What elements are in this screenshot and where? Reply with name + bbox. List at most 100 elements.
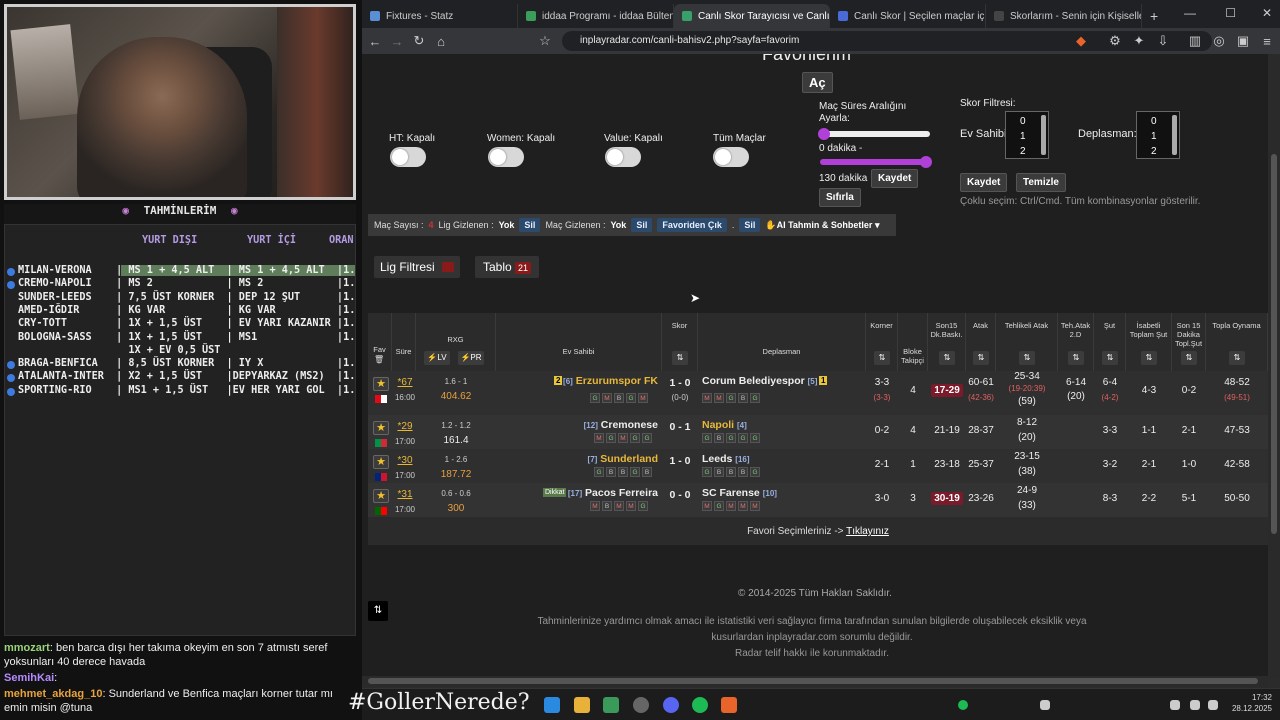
vertical-scrollbar[interactable] — [1268, 54, 1280, 678]
column-header-teh2[interactable]: Teh.Atak 2.D ⇅ — [1058, 313, 1094, 371]
folder-icon[interactable] — [574, 697, 590, 713]
puzzle-icon[interactable]: ✦ — [1130, 33, 1148, 49]
home-team[interactable]: [6] Erzurumspor FK — [563, 375, 658, 387]
column-header-isabetli[interactable]: İsabetli Toplam Şut ⇅ — [1126, 313, 1172, 371]
slider-handle[interactable] — [818, 128, 830, 140]
toggle-women[interactable] — [488, 147, 524, 167]
delete-hidden-leagues-button[interactable]: Sil — [519, 218, 541, 232]
network-icon[interactable] — [1190, 700, 1200, 710]
sort-icon[interactable]: ⇅ — [1229, 351, 1245, 365]
slider-handle[interactable] — [920, 156, 932, 168]
range-slider-max[interactable] — [820, 156, 932, 168]
notepad-icon[interactable] — [603, 697, 619, 713]
menu-icon[interactable]: ≡ — [1258, 34, 1276, 49]
tab-skorlarim[interactable]: Skorlarım - Senin için Kişiselleştir — [986, 4, 1142, 28]
scroll-thumb[interactable] — [1271, 154, 1277, 534]
close-window-icon[interactable]: ✕ — [1262, 6, 1272, 20]
column-header-skor[interactable]: Skor ⇅ — [662, 313, 698, 371]
sort-icon[interactable]: ⇅ — [1181, 351, 1197, 365]
away-team[interactable]: Napoli [4] — [702, 419, 747, 431]
mic-icon[interactable] — [1170, 700, 1180, 710]
tab-statz[interactable]: Fixtures - Statz — [362, 4, 518, 28]
range-save-button[interactable]: Kaydet — [871, 169, 919, 188]
delete-button[interactable]: Sil — [739, 218, 761, 232]
volume-icon[interactable] — [1208, 700, 1218, 710]
obs-icon[interactable] — [633, 697, 649, 713]
start-icon[interactable] — [544, 697, 560, 713]
favorite-star-icon[interactable]: ★ — [373, 421, 389, 435]
delete-hidden-matches-button[interactable]: Sil — [631, 218, 653, 232]
away-team[interactable]: Leeds [16] — [702, 453, 750, 465]
spotify-icon[interactable] — [692, 697, 708, 713]
column-header-topla[interactable]: Topla Oynama ⇅ — [1206, 313, 1268, 371]
column-header-son15sut[interactable]: Son 15 Dakika Topl.Şut ⇅ — [1172, 313, 1206, 371]
download-icon[interactable]: ⇩ — [1154, 33, 1172, 49]
horizontal-scrollbar[interactable] — [362, 676, 1268, 686]
home-icon[interactable]: ⌂ — [432, 34, 450, 49]
home-team[interactable]: [7] Sunderland — [588, 453, 658, 465]
sort-icon[interactable]: ⇅ — [1102, 351, 1118, 365]
score-clear-button[interactable]: Temizle — [1016, 173, 1066, 192]
brave-shield-icon[interactable]: ◆ — [1072, 33, 1090, 49]
favorite-star-icon[interactable]: ★ — [373, 377, 389, 391]
sort-pr-button[interactable]: ⚡PR — [458, 351, 484, 365]
back-icon[interactable]: ← — [366, 34, 384, 49]
scroll-top-button[interactable]: ⇅ — [368, 601, 388, 621]
league-filter-button[interactable]: Lig Filtresi — [374, 256, 460, 278]
favorite-star-icon[interactable]: ★ — [373, 455, 389, 469]
away-team[interactable]: SC Farense [10] — [702, 487, 777, 499]
tab-canli-skor[interactable]: Canlı Skor Tarayıcısı ve Canlı S✕ — [674, 4, 830, 28]
match-minute[interactable]: *31 — [392, 489, 418, 500]
open-button[interactable]: Aç — [802, 72, 833, 93]
column-header-sut[interactable]: Şut ⇅ — [1094, 313, 1126, 371]
maximize-icon[interactable]: ☐ — [1225, 6, 1236, 20]
trash-icon[interactable]: 🗑 — [374, 355, 384, 364]
sort-icon[interactable]: ⇅ — [672, 351, 688, 365]
home-team[interactable]: [12] Cremonese — [584, 419, 658, 431]
toggle-ht[interactable] — [390, 147, 426, 167]
match-minute[interactable]: *67 — [392, 377, 418, 388]
sort-icon[interactable]: ⇅ — [939, 351, 955, 365]
option[interactable]: 2 — [1020, 144, 1048, 159]
match-minute[interactable]: *30 — [392, 455, 418, 466]
sort-icon[interactable]: ⇅ — [973, 351, 989, 365]
tray-icon[interactable] — [1040, 700, 1050, 710]
sidebar-icon[interactable]: ▥ — [1186, 33, 1204, 49]
range-reset-button[interactable]: Sıfırla — [819, 188, 861, 207]
remove-favorites-button[interactable]: Favoriden Çık — [657, 218, 727, 232]
tray-spotify-icon[interactable] — [958, 700, 968, 710]
range-slider-min[interactable] — [818, 128, 930, 140]
minimize-icon[interactable]: — — [1184, 6, 1196, 20]
sort-icon[interactable]: ⇅ — [1141, 351, 1157, 365]
away-score-select[interactable]: 012 — [1136, 111, 1180, 159]
wallet-icon[interactable]: ▣ — [1234, 33, 1252, 49]
column-header-son15[interactable]: Son15 Dk.Baskı. ⇅ — [928, 313, 966, 371]
option[interactable]: 1 — [1151, 129, 1179, 144]
ai-chat-dropdown[interactable]: ✋AI Tahmin & Sohbetler ▾ — [765, 220, 879, 231]
column-header-atak[interactable]: Atak ⇅ — [966, 313, 996, 371]
away-team[interactable]: Corum Belediyespor [5] — [702, 375, 817, 387]
sort-lv-button[interactable]: ⚡LV — [424, 351, 450, 365]
sort-icon[interactable]: ⇅ — [874, 351, 890, 365]
table-button[interactable]: Tablo 21 — [475, 256, 539, 278]
toggle-value[interactable] — [605, 147, 641, 167]
match-minute[interactable]: *29 — [392, 421, 418, 432]
favorite-star-icon[interactable]: ★ — [373, 489, 389, 503]
option[interactable]: 0 — [1020, 114, 1048, 129]
sort-icon[interactable]: ⇅ — [1068, 351, 1084, 365]
scroll-thumb[interactable] — [368, 678, 1258, 684]
tab-iddaa[interactable]: iddaa Programı - iddaa Bülteni | iO — [518, 4, 674, 28]
extensions-icon[interactable]: ⚙ — [1106, 33, 1124, 49]
column-header-korner[interactable]: Korner ⇅ — [866, 313, 898, 371]
home-score-select[interactable]: 012 — [1005, 111, 1049, 159]
vpn-icon[interactable]: ◎ — [1210, 33, 1228, 49]
column-header-tehlikeli[interactable]: Tehlikeli Atak ⇅ — [996, 313, 1058, 371]
discord-icon[interactable] — [663, 697, 679, 713]
option[interactable]: 2 — [1151, 144, 1179, 159]
home-team[interactable]: [17] Pacos Ferreira — [568, 487, 658, 499]
favorites-link[interactable]: Tıklayınız — [846, 526, 889, 537]
new-tab-icon[interactable]: + — [1150, 8, 1158, 24]
brave-icon[interactable] — [721, 697, 737, 713]
reload-icon[interactable]: ↻ — [410, 33, 428, 49]
tab-canli-skor-2[interactable]: Canlı Skor | Seçilen maçlar için ca — [830, 4, 986, 28]
